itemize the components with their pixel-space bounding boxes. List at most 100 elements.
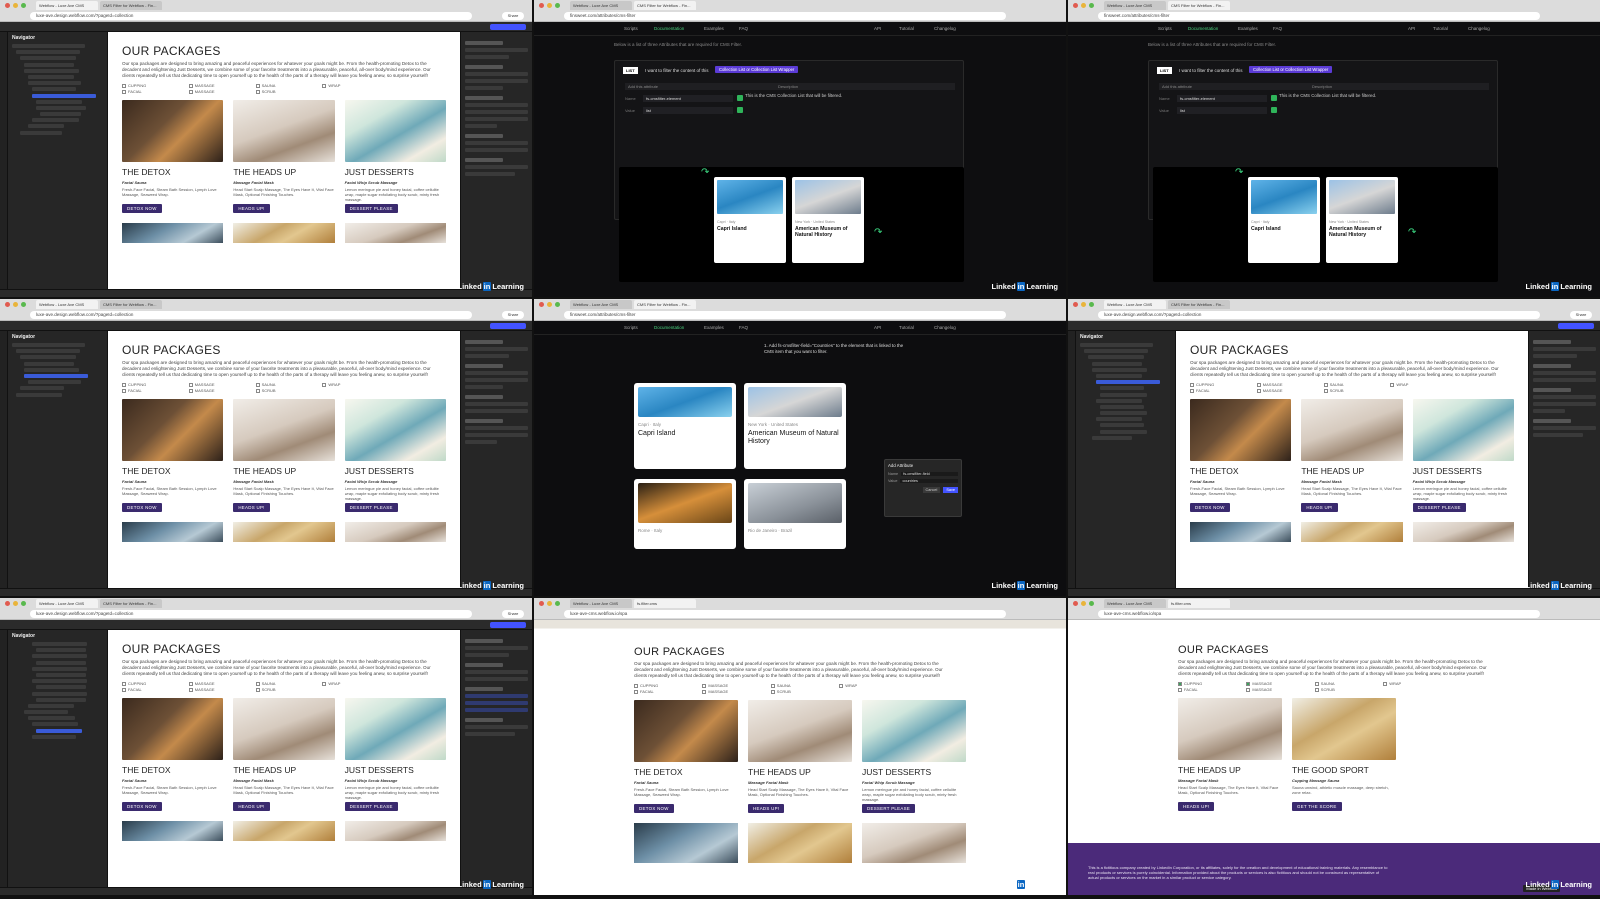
filter-checkbox[interactable]: MASSAGE [188,89,248,94]
nav-tutorial[interactable]: Tutorial [899,26,914,31]
package-button[interactable]: DESSERT PLEASE [344,204,398,213]
nav-scripts[interactable]: Scripts [1158,26,1172,31]
tab[interactable]: Webflow - Luxe Ave CMS [36,1,98,10]
nav-examples[interactable]: Examples [704,26,724,31]
tree-item[interactable] [40,112,81,117]
copy-icon[interactable] [1271,95,1277,101]
window-controls[interactable] [1073,302,1094,307]
tree-item[interactable] [20,386,64,391]
share-button[interactable]: Share [502,311,524,319]
filter-checkbox[interactable]: CUPPING [122,83,181,88]
publish-button[interactable] [490,24,526,30]
tree-item[interactable] [16,349,80,354]
filter-checkbox[interactable]: WRAP [322,83,381,88]
attr-value-input[interactable]: countries [900,479,958,483]
tree-item[interactable] [20,56,77,61]
copy-icon[interactable] [737,107,743,113]
nav-examples[interactable]: Examples [1238,26,1258,31]
design-canvas[interactable]: OUR PACKAGES Our spa packages are design… [108,630,460,887]
tree-item[interactable] [20,355,77,360]
share-button[interactable]: Share [502,12,524,20]
tree-item-selected[interactable] [36,728,82,733]
window-controls[interactable] [1073,3,1094,8]
tree-item[interactable] [12,343,85,347]
tree-item[interactable] [12,44,85,48]
nav-faq[interactable]: FAQ [739,26,748,31]
share-button[interactable]: Share [1570,311,1592,319]
tree-item[interactable] [28,81,81,86]
tree-item[interactable] [28,74,74,79]
nav-api[interactable]: API [874,26,881,31]
share-button[interactable]: Share [502,610,524,618]
copy-icon[interactable] [737,95,743,101]
address-bar[interactable]: luxe-ave-cms.webflow.io/spa [1098,610,1540,618]
filter-checkbox[interactable]: FACIAL [122,89,181,94]
nav-scripts[interactable]: Scripts [624,26,638,31]
tree-item[interactable] [24,367,79,372]
tab[interactable]: CMS Filter for Webflow - Fin... [100,300,162,309]
design-canvas[interactable]: OUR PACKAGES Our spa packages are design… [108,331,460,588]
filter-checkbox[interactable]: SCRUB [255,89,315,94]
tree-item[interactable] [24,68,79,73]
nav-tutorial[interactable]: Tutorial [1433,26,1448,31]
nav-changelog[interactable]: Changelog [934,26,956,31]
window-controls[interactable] [5,601,26,606]
address-bar[interactable]: luxe-ave-cms.webflow.io/spa [564,610,1006,618]
address-bar[interactable]: finsweet.com/attributes/cms-filter [564,311,1006,319]
cancel-button[interactable]: Cancel [922,487,941,493]
tree-item[interactable] [32,118,80,123]
filter-checkbox[interactable]: MASSAGE [188,83,248,88]
package-button[interactable]: HEADS UP! [233,204,270,213]
nav-documentation[interactable]: Documentation [1188,26,1218,31]
tree-item[interactable] [20,130,62,135]
address-bar[interactable]: finsweet.com/attributes/cms-filter [1098,12,1540,20]
tab[interactable]: CMS Filter for Webflow - Fin... [100,1,162,10]
tree-item[interactable] [32,87,76,92]
left-rail[interactable] [0,32,8,297]
nav-changelog[interactable]: Changelog [1468,26,1490,31]
nav-documentation[interactable]: Documentation [654,26,684,31]
tab[interactable]: CMS Filter for Webflow - Fin... [1168,1,1230,10]
address-bar[interactable]: luxe-ave.design.webflow.com/?pageId=coll… [1098,311,1540,319]
window-controls[interactable] [5,3,26,8]
publish-button[interactable] [490,323,526,329]
tree-item-selected[interactable] [32,93,96,98]
tab[interactable]: Webflow - Luxe Ave CMS [570,1,632,10]
package-button[interactable]: DETOX NOW [122,204,162,213]
left-rail[interactable] [1068,331,1076,596]
address-bar[interactable]: finsweet.com/attributes/cms-filter [564,12,1006,20]
nav-api[interactable]: API [1408,26,1415,31]
package-button[interactable]: HEADS UP! [233,503,270,512]
nav-faq[interactable]: FAQ [1273,26,1282,31]
tab[interactable]: Webflow - Luxe Ave CMS [36,300,98,309]
address-bar[interactable]: luxe-ave.design.webflow.com/?pageId=coll… [30,311,472,319]
attr-name-input[interactable]: fs-cmsfilter-field [901,472,958,476]
address-bar[interactable]: luxe-ave.design.webflow.com/?pageId=coll… [30,610,472,618]
window-controls[interactable] [5,302,26,307]
left-rail[interactable] [0,331,8,596]
filter-checkbox[interactable]: SAUNA [255,83,315,88]
package-button[interactable]: DESSERT PLEASE [344,503,398,512]
tree-item[interactable] [16,392,62,397]
tab[interactable]: Webflow - Luxe Ave CMS [1104,1,1166,10]
tree-item[interactable] [28,124,65,129]
design-canvas[interactable]: OUR PACKAGES Our spa packages are design… [1176,331,1528,588]
window-controls[interactable] [539,601,560,606]
window-controls[interactable] [539,3,560,8]
package-button[interactable]: DETOX NOW [122,503,162,512]
window-controls[interactable] [539,302,560,307]
copy-icon[interactable] [1271,107,1277,113]
publish-button[interactable] [1558,323,1594,329]
tree-item[interactable] [16,50,80,55]
save-button[interactable]: Save [943,487,958,493]
tab[interactable]: CMS Filter for Webflow - Fin... [634,1,696,10]
tree-item[interactable] [36,105,87,110]
tree-item[interactable] [36,99,82,104]
left-rail[interactable] [0,630,8,895]
tree-item[interactable] [24,62,75,67]
design-canvas[interactable]: OUR PACKAGES Our spa packages are design… [108,32,460,289]
window-controls[interactable] [1073,601,1094,606]
tree-item[interactable] [28,380,81,385]
publish-button[interactable] [490,622,526,628]
tree-item-selected[interactable] [24,373,88,378]
